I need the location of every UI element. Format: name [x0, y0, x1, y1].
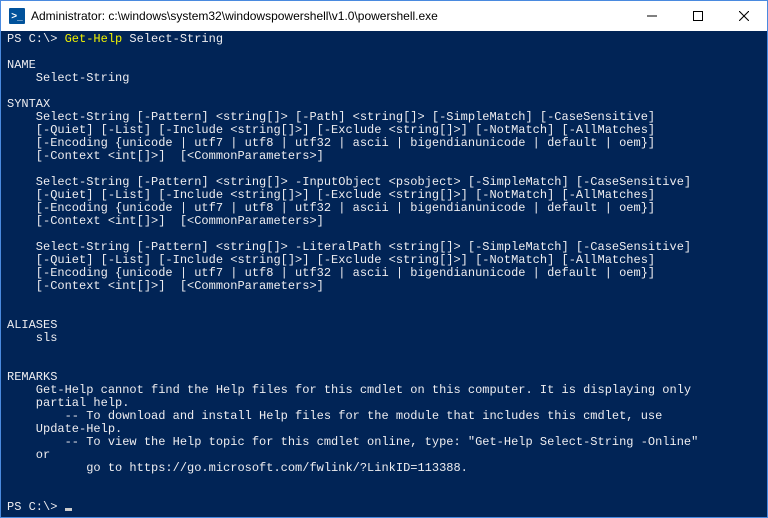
titlebar[interactable]: >_ Administrator: c:\windows\system32\wi… — [1, 1, 767, 31]
close-icon — [739, 11, 749, 21]
syntax-line: Select-String [-Pattern] <string[]> [-Pa… — [7, 110, 655, 124]
remarks-line: or — [7, 448, 50, 462]
syntax-line: [-Quiet] [-List] [-Include <string[]>] [… — [7, 253, 655, 267]
remarks-line: go to https://go.microsoft.com/fwlink/?L… — [7, 461, 468, 475]
section-header-aliases: ALIASES — [7, 318, 57, 332]
syntax-line: [-Encoding {unicode | utf7 | utf8 | utf3… — [7, 201, 655, 215]
section-header-remarks: REMARKS — [7, 370, 57, 384]
window-title: Administrator: c:\windows\system32\windo… — [31, 9, 629, 23]
prompt-prefix: PS C:\> — [7, 32, 65, 46]
remarks-line: partial help. — [7, 396, 129, 410]
syntax-line: [-Context <int[]>] [<CommonParameters>] — [7, 149, 324, 163]
remarks-line: Get-Help cannot find the Help files for … — [7, 383, 691, 397]
close-button[interactable] — [721, 1, 767, 31]
syntax-line: [-Context <int[]>] [<CommonParameters>] — [7, 214, 324, 228]
section-header-name: NAME — [7, 58, 36, 72]
maximize-icon — [693, 11, 703, 21]
syntax-line: Select-String [-Pattern] <string[]> -Lit… — [7, 240, 691, 254]
powershell-window: >_ Administrator: c:\windows\system32\wi… — [0, 0, 768, 518]
minimize-button[interactable] — [629, 1, 675, 31]
minimize-icon — [647, 11, 657, 21]
syntax-line: [-Encoding {unicode | utf7 | utf8 | utf3… — [7, 266, 655, 280]
terminal-area[interactable]: PS C:\> Get-Help Select-String NAME Sele… — [1, 31, 767, 517]
cursor — [65, 508, 72, 511]
syntax-line: [-Context <int[]>] [<CommonParameters>] — [7, 279, 324, 293]
syntax-line: [-Quiet] [-List] [-Include <string[]>] [… — [7, 188, 655, 202]
remarks-line: -- To download and install Help files fo… — [7, 409, 662, 423]
maximize-button[interactable] — [675, 1, 721, 31]
syntax-line: [-Quiet] [-List] [-Include <string[]>] [… — [7, 123, 655, 137]
window-controls — [629, 1, 767, 31]
aliases-value: sls — [7, 331, 57, 345]
remarks-line: Update-Help. — [7, 422, 122, 436]
command-arg: Select-String — [122, 32, 223, 46]
syntax-line: [-Encoding {unicode | utf7 | utf8 | utf3… — [7, 136, 655, 150]
app-icon: >_ — [9, 8, 25, 24]
name-value: Select-String — [7, 71, 129, 85]
prompt-prefix: PS C:\> — [7, 500, 65, 514]
remarks-line: -- To view the Help topic for this cmdle… — [7, 435, 698, 449]
command-name: Get-Help — [65, 32, 123, 46]
section-header-syntax: SYNTAX — [7, 97, 50, 111]
syntax-line: Select-String [-Pattern] <string[]> -Inp… — [7, 175, 691, 189]
